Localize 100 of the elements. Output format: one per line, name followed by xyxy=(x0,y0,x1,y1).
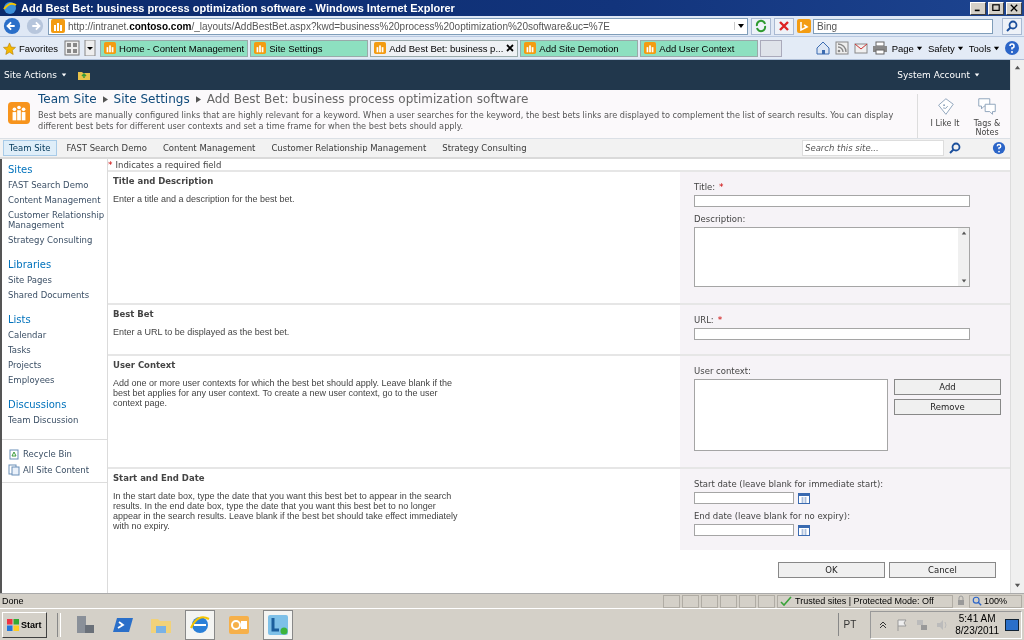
search-field[interactable]: Bing xyxy=(813,18,993,34)
home-icon[interactable] xyxy=(814,40,831,56)
caret-icon xyxy=(61,72,67,78)
nav-link[interactable]: Content Management xyxy=(8,195,107,205)
stop-button[interactable] xyxy=(774,17,794,35)
zoom-icon xyxy=(971,596,982,606)
top-nav-tab[interactable]: FAST Search Demo xyxy=(60,140,153,156)
nav-link[interactable]: Calendar xyxy=(8,330,107,340)
top-nav-tab[interactable]: Content Management xyxy=(156,140,262,156)
list-box[interactable] xyxy=(694,379,888,451)
down-arrow-icon[interactable] xyxy=(1014,582,1021,589)
date-field[interactable] xyxy=(694,492,794,504)
form-button[interactable]: Remove xyxy=(894,399,1001,415)
favorites-button[interactable]: Favorites xyxy=(2,41,63,55)
top-nav-tab[interactable]: Customer Relationship Management xyxy=(265,140,433,156)
search-icon xyxy=(1005,19,1019,33)
nav-link[interactable]: Customer Relationship Management xyxy=(8,210,107,230)
nav-link[interactable]: FAST Search Demo xyxy=(8,180,107,190)
site-icon xyxy=(104,42,117,54)
search-button[interactable] xyxy=(1002,17,1022,35)
top-nav-tab[interactable]: Team Site xyxy=(3,140,57,156)
command-menu[interactable]: Tools xyxy=(967,42,1001,54)
nav-link[interactable]: Team Discussion xyxy=(8,415,107,425)
text-field[interactable] xyxy=(694,195,970,207)
nav-link[interactable]: Employees xyxy=(8,375,107,385)
field-label: User context: xyxy=(694,366,751,376)
page-scrollbar[interactable] xyxy=(1010,60,1024,593)
feeds-icon[interactable] xyxy=(833,40,850,56)
breadcrumb-arrow-icon xyxy=(102,95,108,103)
refresh-button[interactable] xyxy=(751,17,771,35)
like-button[interactable]: I Like It xyxy=(926,96,964,138)
documents-icon xyxy=(8,464,20,476)
maximize-icon xyxy=(992,4,1000,12)
field-label: Title: xyxy=(694,182,716,192)
browser-tab[interactable]: Add Site Demotion xyxy=(520,39,639,57)
show-desktop-button[interactable] xyxy=(1005,618,1019,631)
user-menu[interactable]: System Account xyxy=(897,70,980,80)
form-button[interactable]: Add xyxy=(894,379,1001,395)
browser-tab[interactable]: Add Best Bet: business p... xyxy=(370,39,519,57)
nav-heading[interactable]: Sites xyxy=(8,164,107,175)
form-button[interactable]: OK xyxy=(778,562,885,578)
browser-tab[interactable]: Site Settings xyxy=(250,39,369,57)
caret-icon[interactable] xyxy=(734,22,745,30)
site-icon xyxy=(374,42,387,54)
nav-heading[interactable]: Lists xyxy=(8,314,107,325)
star-icon xyxy=(3,41,16,55)
clock-date: 8/23/2011 xyxy=(955,624,999,637)
browser-icon[interactable] xyxy=(184,609,215,640)
nav-link[interactable]: All Site Content xyxy=(23,465,90,475)
security-zone: Trusted sites | Protected Mode: Off xyxy=(794,596,934,606)
calendar-icon[interactable] xyxy=(798,492,810,504)
nav-link[interactable]: Shared Documents xyxy=(8,290,107,300)
command-menu[interactable]: Page xyxy=(890,42,924,54)
browser-tab[interactable]: Home - Content Management xyxy=(100,39,249,57)
text-field[interactable] xyxy=(694,328,970,340)
down-arrow-icon[interactable] xyxy=(960,278,967,284)
breadcrumb-link[interactable]: Team Site xyxy=(38,92,97,106)
tab-list-caret-icon[interactable] xyxy=(82,40,99,56)
maximize-button[interactable] xyxy=(988,1,1004,15)
nav-link[interactable]: Tasks xyxy=(8,345,107,355)
language-indicator[interactable]: PT xyxy=(838,613,861,636)
minimize-button[interactable] xyxy=(970,1,986,15)
top-nav-tab[interactable]: Strategy Consulting xyxy=(436,140,533,156)
form-button[interactable]: Cancel xyxy=(889,562,996,578)
nav-link[interactable]: Recycle Bin xyxy=(23,449,72,459)
start-button[interactable]: Start xyxy=(2,611,47,638)
date-field[interactable] xyxy=(694,524,794,536)
nav-heading[interactable]: Libraries xyxy=(8,259,107,270)
search-icon[interactable] xyxy=(948,141,962,155)
browser-tab[interactable]: Add User Context xyxy=(640,39,759,57)
section-description: Add one or more user contexts for which the best bet should apply. Leave blank if the best bet applies for any user context. To create a new user context, go to the user context page. xyxy=(113,378,454,408)
address-field[interactable]: http://intranet.contoso.com/_layouts/AddBestBet.aspx?kwd=business%20process%20optimization%20software&uc=%7E xyxy=(48,17,748,35)
messenger-icon[interactable] xyxy=(262,609,293,640)
scrollbar[interactable] xyxy=(958,228,969,286)
textarea-field[interactable] xyxy=(694,227,970,287)
breadcrumb-link[interactable]: Site Settings xyxy=(113,92,190,106)
print-icon[interactable] xyxy=(871,40,888,56)
calendar-icon[interactable] xyxy=(798,524,810,536)
close-tab-icon[interactable] xyxy=(506,44,515,52)
tags-notes-button[interactable]: Tags & Notes xyxy=(968,96,1006,138)
quick-tabs-icon[interactable] xyxy=(64,40,81,56)
nav-link[interactable]: Strategy Consulting xyxy=(8,235,107,245)
help-icon[interactable] xyxy=(992,141,1006,155)
site-actions-menu[interactable]: Site Actions xyxy=(4,70,67,80)
window-title: Add Best Bet: business process optimization software - Windows Internet Explorer xyxy=(21,2,455,14)
nav-link[interactable]: Projects xyxy=(8,360,107,370)
site-search-field[interactable]: Search this site... xyxy=(802,140,944,156)
nav-link[interactable]: Site Pages xyxy=(8,275,107,285)
command-menu[interactable]: Safety xyxy=(926,42,965,54)
page-description: Best bets are manually configured links that are highly relevant for a keyword. When a user searches for the keyword, the best bets links are displayed to complement the list of search results. You can display different best bets for different user contexts and set a time frame for when the best bets should apply. xyxy=(38,110,895,132)
close-button[interactable] xyxy=(1006,1,1022,15)
zoom-button[interactable]: 100% xyxy=(968,594,1022,608)
section-title: Best Bet xyxy=(113,309,155,319)
mail-icon[interactable] xyxy=(852,40,869,56)
nav-heading[interactable]: Discussions xyxy=(8,399,107,410)
up-arrow-icon[interactable] xyxy=(1014,64,1021,71)
speech-bubbles-icon xyxy=(976,96,998,118)
help-icon[interactable] xyxy=(1004,40,1020,56)
back-button[interactable] xyxy=(2,17,22,35)
up-arrow-icon[interactable] xyxy=(960,230,967,236)
